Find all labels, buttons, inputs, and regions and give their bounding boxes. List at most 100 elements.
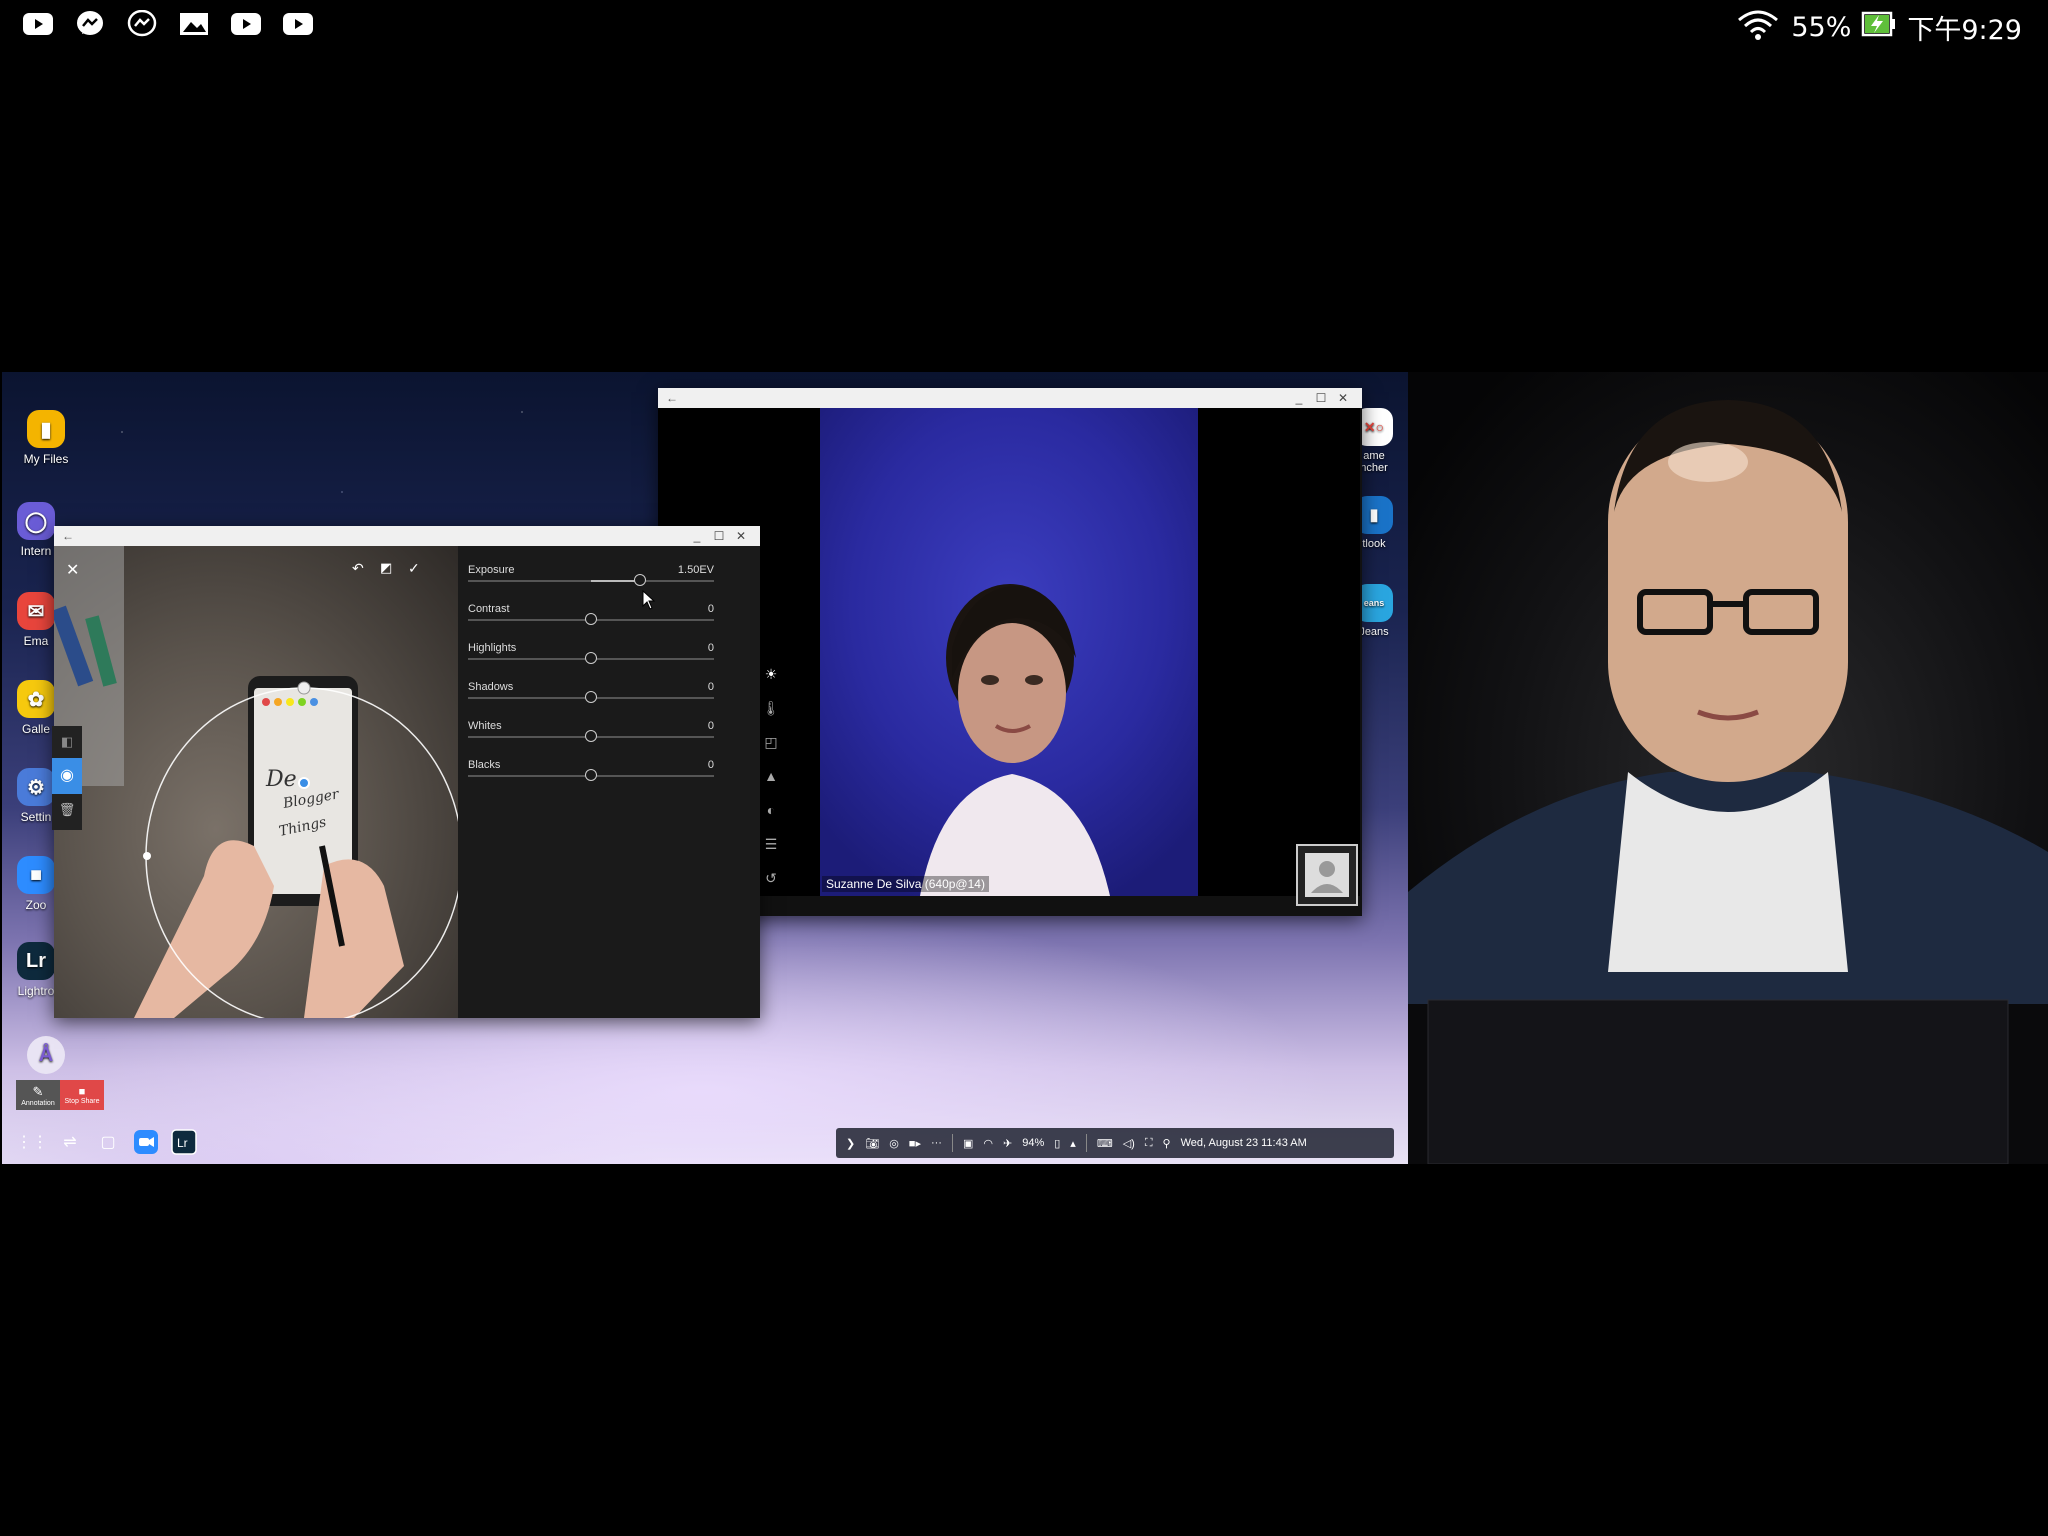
zoom-icon: [134, 1130, 158, 1154]
avatar-placeholder-icon: [1305, 853, 1349, 897]
airplane-icon[interactable]: ✈: [1003, 1137, 1012, 1150]
maximize-button[interactable]: ☐: [1310, 391, 1332, 405]
dex-desktop: ▮ My Files ◯ Intern ✉ Ema ✿ Galle ⚙ Settin ■ Zoo Lr L…: [2, 372, 1408, 1164]
back-arrow-icon[interactable]: ←: [62, 529, 74, 543]
search-icon[interactable]: ⚲: [1163, 1137, 1171, 1150]
lightroom-titlebar: ← _ ☐ ✕: [54, 526, 760, 546]
desktop-icon-sketch[interactable]: Å: [6, 1036, 86, 1078]
slider-value: 0: [707, 759, 714, 771]
battery-percent: 55%: [1791, 12, 1852, 43]
undo-icon[interactable]: ↶: [352, 560, 364, 577]
slider-track[interactable]: [468, 613, 714, 625]
close-button[interactable]: ✕: [730, 529, 752, 543]
radial-gradient-tool-icon[interactable]: ◉: [52, 758, 82, 794]
stop-share-button[interactable]: ■ Stop Share: [60, 1080, 104, 1110]
slider-track[interactable]: [468, 691, 714, 703]
effects-icon[interactable]: ◰: [762, 734, 780, 754]
screenshot-icon[interactable]: 📷︎: [865, 1137, 879, 1150]
home-button[interactable]: ▢: [94, 1128, 122, 1156]
chevron-up-icon[interactable]: ▴: [1070, 1137, 1076, 1150]
slider-knob[interactable]: [585, 769, 597, 781]
slider-label: Exposure: [468, 564, 515, 576]
geometry-icon[interactable]: ☰: [762, 836, 780, 856]
compare-icon[interactable]: ◩: [380, 560, 392, 576]
presenter-image: [1408, 400, 2048, 1164]
zoom-taskbar-button[interactable]: [132, 1128, 160, 1156]
taskbar-battery: 94%: [1022, 1137, 1045, 1149]
local-adjust-tools: ◧ ◉ 🗑︎: [52, 726, 82, 830]
apps-grid-icon: ⋮⋮: [16, 1134, 48, 1151]
confirm-checkmark-icon[interactable]: ✓: [408, 560, 420, 577]
close-edit-icon[interactable]: ✕: [66, 560, 79, 580]
battery-icon: ▯: [1054, 1137, 1061, 1150]
brush-tool-icon[interactable]: ◧: [52, 726, 82, 758]
panel-tool-strip: ☀ 🌡︎ ◰ ▲ ◐ ☰ ↺: [762, 666, 780, 890]
slider-track[interactable]: [468, 730, 714, 742]
slider-track[interactable]: [468, 652, 714, 664]
settings-icon: ⚙: [17, 768, 55, 806]
annotation-button[interactable]: ✎ Annotation: [16, 1080, 60, 1110]
edited-photo: De Blogger Things: [54, 546, 458, 1018]
screen-share-controls: ✎ Annotation ■ Stop Share: [16, 1080, 104, 1110]
more-icon[interactable]: ···: [931, 1137, 942, 1149]
lightroom-taskbar-button[interactable]: Lr: [170, 1128, 198, 1156]
fullscreen-icon[interactable]: ⛶: [1145, 1137, 1153, 1150]
minimize-button[interactable]: _: [1288, 391, 1310, 405]
screen-record-icon[interactable]: ◎: [889, 1137, 899, 1150]
volume-icon[interactable]: ◁): [1123, 1137, 1135, 1150]
keyboard-icon[interactable]: ⌨: [1097, 1137, 1113, 1150]
slider-value: 1.50EV: [677, 564, 714, 576]
battery-charging-icon: [1861, 9, 1897, 46]
slider-knob[interactable]: [634, 574, 647, 586]
minimize-button[interactable]: _: [686, 529, 708, 543]
clock: 下午9:29: [1907, 15, 2022, 46]
slider-knob[interactable]: [585, 691, 597, 703]
adjustment-panel: Exposure 1.50EV Contrast 0 Highlights 0 Shadow…: [458, 546, 760, 1018]
slider-knob[interactable]: [585, 613, 597, 625]
apps-grid-button[interactable]: ⋮⋮: [16, 1128, 48, 1156]
slider-track[interactable]: [468, 574, 714, 586]
slider-knob[interactable]: [585, 652, 597, 664]
wifi-tray-icon[interactable]: ◠: [983, 1137, 993, 1150]
slider-value: 0: [707, 642, 714, 654]
youtube-icon: [282, 10, 314, 38]
slider-track[interactable]: [468, 769, 714, 781]
back-arrow-icon[interactable]: ←: [666, 391, 678, 405]
recents-icon: ⇌: [63, 1134, 77, 1151]
self-view-thumbnail[interactable]: [1296, 844, 1358, 906]
slider-label: Blacks: [468, 759, 501, 771]
notification-icons: [22, 10, 314, 38]
slider-label: Whites: [468, 720, 502, 732]
optics-icon[interactable]: ◐: [762, 802, 780, 822]
video-call-titlebar: ← _ ☐ ✕: [658, 388, 1362, 408]
status-bar: 55% 下午9:29: [0, 0, 2048, 50]
color-temperature-icon[interactable]: 🌡︎: [762, 700, 780, 720]
participant-video-image: [920, 584, 1110, 896]
detail-icon[interactable]: ▲: [762, 768, 780, 788]
maximize-button[interactable]: ☐: [708, 529, 730, 543]
lightroom-icon: Lr: [171, 1129, 197, 1155]
stage: ▮ My Files ◯ Intern ✉ Ema ✿ Galle ⚙ Settin ■ Zoo Lr L…: [0, 372, 2048, 1164]
system-status: 55% 下午9:29: [1735, 8, 2022, 47]
light-panel-icon[interactable]: ☀: [762, 666, 780, 686]
slider-knob[interactable]: [585, 730, 597, 742]
my-files-icon: ▮: [27, 410, 65, 448]
reset-icon[interactable]: ↺: [762, 870, 780, 890]
trash-icon[interactable]: 🗑︎: [52, 794, 82, 826]
stop-icon: ■: [78, 1085, 86, 1098]
photo-canvas[interactable]: De Blogger Things ✕ ↶ ◩ ✓: [54, 546, 458, 1018]
recent-apps-button[interactable]: ⇌: [56, 1128, 84, 1156]
nfc-icon[interactable]: ▣: [963, 1137, 973, 1150]
desktop-icon-my-files[interactable]: ▮ My Files: [6, 410, 86, 466]
mouse-cursor-icon: [642, 590, 656, 610]
internet-icon: ◯: [17, 502, 55, 540]
pencil-icon: ✎: [32, 1083, 44, 1099]
messenger-icon: [126, 10, 158, 38]
remote-video: [820, 408, 1198, 896]
youtube-icon: [22, 10, 54, 38]
camera-icon[interactable]: ■▸: [909, 1137, 921, 1150]
close-button[interactable]: ✕: [1332, 391, 1354, 405]
slider-value: 0: [707, 720, 714, 732]
expand-tray-icon[interactable]: ❯: [846, 1137, 855, 1150]
slider-value: 0: [707, 603, 714, 615]
